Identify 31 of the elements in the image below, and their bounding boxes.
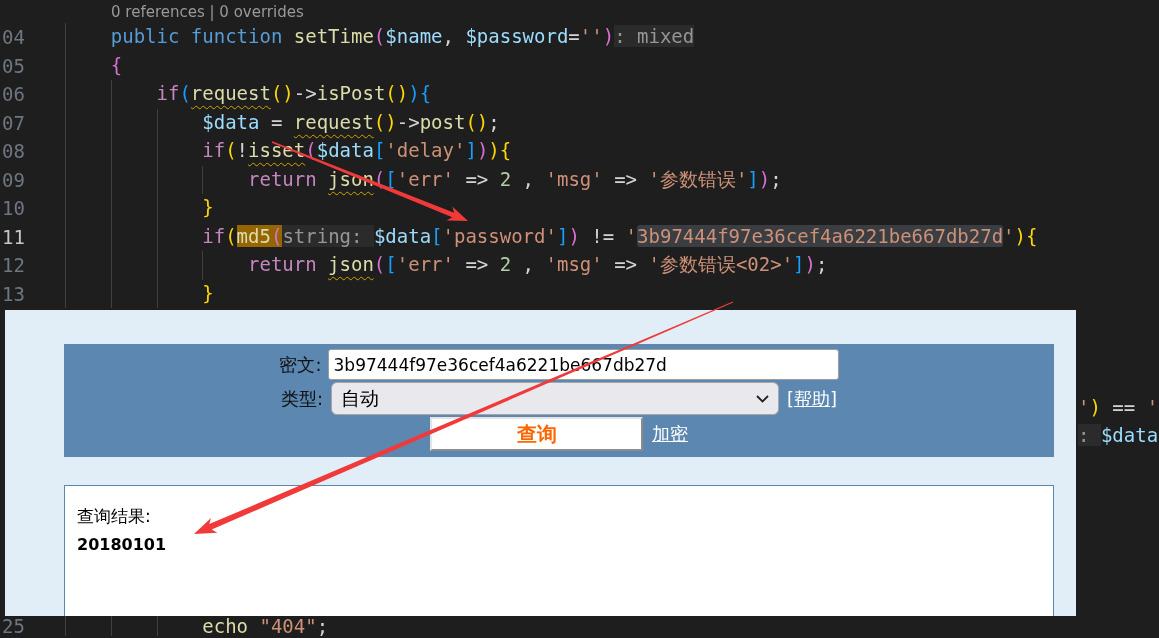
- code-lens-link[interactable]: 0 references | 0 overrides: [111, 2, 304, 21]
- line-number: 13: [1, 282, 25, 305]
- line-number: 10: [1, 197, 25, 220]
- result-heading: 查询结果:: [77, 506, 151, 526]
- line-number: 06: [1, 83, 25, 106]
- line-number: 07: [1, 111, 25, 134]
- line-number: 12: [1, 254, 25, 277]
- code-line: }: [202, 281, 214, 306]
- field-label: 密文:: [279, 352, 322, 377]
- line-number: 25: [1, 616, 25, 636]
- encrypt-link[interactable]: 加密: [652, 422, 688, 446]
- code-line: if(md5(string: $data['password']) != '3b97444f97e36cef4a6221be667db27d'){: [202, 224, 1038, 249]
- code-line: {: [110, 53, 123, 78]
- line-number: 09: [1, 168, 25, 191]
- chevron-down-icon: [756, 394, 769, 403]
- result-value: 20180101: [77, 535, 167, 555]
- code-line: }: [202, 196, 214, 221]
- code-line: ') == ': [1078, 395, 1159, 420]
- line-number: 08: [1, 140, 25, 163]
- line-number: 05: [1, 54, 25, 77]
- code-line: : $data: [1078, 424, 1159, 449]
- code-line: $data = request()->post();: [202, 110, 500, 135]
- code-line: if(request()->isPost()){: [156, 82, 432, 107]
- line-number: 11: [1, 225, 25, 248]
- line-number: 04: [1, 26, 25, 49]
- type-select[interactable]: 自动: [331, 382, 779, 415]
- code-line: public function setTime($name, $password=''): mixed: [110, 25, 695, 50]
- help-link[interactable]: [帮助]: [787, 386, 838, 411]
- code-line: return json(['err' => 2 , 'msg' => '参数错误<02>']);: [248, 253, 828, 278]
- field-label: 类型:: [280, 386, 323, 411]
- code-line: echo "404";: [202, 616, 329, 636]
